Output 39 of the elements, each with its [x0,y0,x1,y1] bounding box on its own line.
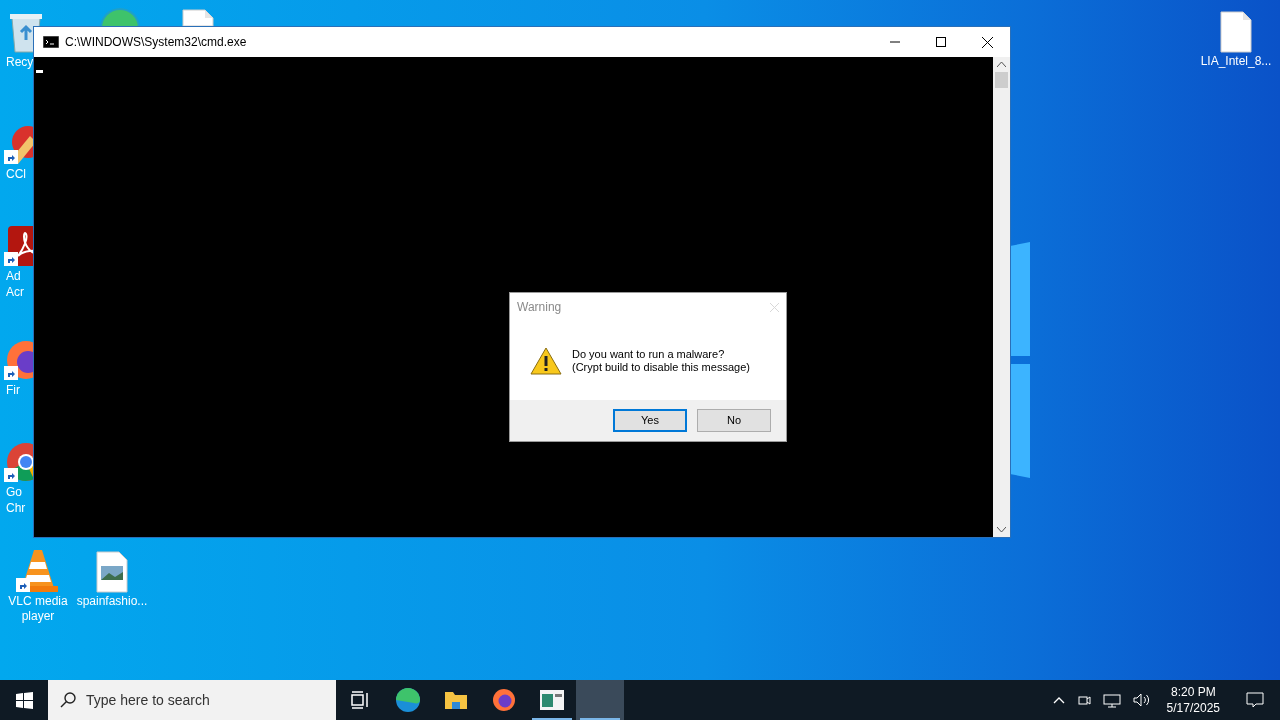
icon-label[interactable]: VLC media player [0,594,76,624]
dialog-button[interactable]: No [697,409,771,432]
console-icon [43,36,59,48]
scroll-thumb[interactable] [995,72,1008,88]
firefox-icon [491,687,517,713]
scroll-down-icon [997,527,1006,533]
warning-icon [530,345,562,376]
folder-icon [444,689,468,711]
chevron-up-icon[interactable] [1052,696,1065,704]
notification-icon[interactable] [1246,691,1264,709]
dialog-title: Warning [517,299,562,316]
dialog-message: (Crypt build to disable this message) [572,360,750,374]
active-indicator [580,718,620,720]
scrollbar[interactable] [993,57,1010,537]
icon-label[interactable]: LIA_Intel_8... [1198,54,1274,69]
close-icon [981,36,993,48]
active-indicator [532,718,572,720]
search-icon [60,692,76,708]
clock-time: 8:20 PM [1170,684,1216,700]
window-app-icon [540,690,564,710]
maximize-icon [936,37,946,47]
clock-date: 5/17/2025 [1166,700,1220,716]
clock[interactable]: 8:20 PM 5/17/2025 [1162,684,1224,716]
browser-icon [395,687,421,713]
volume-icon[interactable] [1132,692,1151,708]
icon-label[interactable]: Recy [6,54,31,70]
icon-label[interactable]: Go Chr [6,484,31,516]
dialog-message: Do you want to run a malware? [572,347,726,361]
scroll-up-icon [997,61,1006,67]
icon-label[interactable]: spainfashio... [74,594,150,609]
icon-label[interactable]: CCl [6,166,31,182]
windows-icon [15,691,33,709]
icon-label[interactable]: Fir [6,382,31,398]
icon-label[interactable]: Ad Acr [6,268,31,300]
network-icon[interactable] [1102,692,1121,708]
task-view-icon [350,691,370,709]
search-field[interactable]: Type here to search [48,680,336,720]
window-title: C:\WINDOWS\System32\cmd.exe [65,34,247,51]
dialog-button[interactable]: Yes [613,409,687,432]
